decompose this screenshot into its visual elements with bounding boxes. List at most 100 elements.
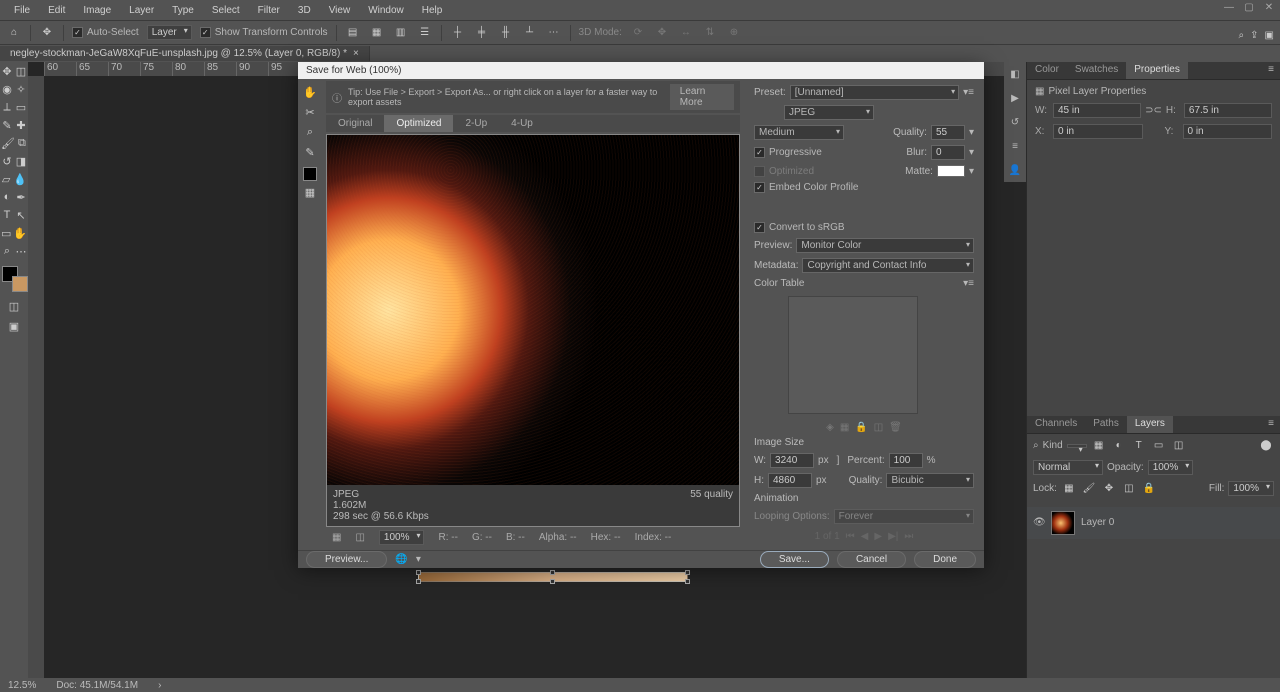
stamp-tool[interactable]: ⧉ [16,134,28,152]
auto-select-target[interactable]: Layer [147,25,192,40]
dlg-color-swatch[interactable] [303,167,317,181]
search-icon[interactable]: ⌕ [1239,30,1245,41]
layer-thumbnail[interactable] [1051,511,1075,535]
blur-tool[interactable]: 💧 [12,170,28,188]
frame-icon[interactable]: ▣ [1265,30,1274,41]
quickmask-tool[interactable]: ◫ [0,297,28,315]
preview-button[interactable]: Preview... [306,551,387,568]
dlg-hand-tool[interactable]: ✋ [298,83,322,101]
resample-select[interactable]: Bicubic [886,473,974,488]
tab-2up[interactable]: 2-Up [453,115,499,132]
ct-lock-icon[interactable]: 🔒 [855,422,867,433]
lock-pixels-icon[interactable]: 🖌 [1081,481,1097,497]
tab-paths[interactable]: Paths [1085,416,1127,433]
lock-transparency-icon[interactable]: ▦ [1061,481,1077,497]
color-swatches[interactable] [0,264,28,292]
dock-icon-4[interactable]: ≡ [1007,138,1023,154]
preset-menu-icon[interactable]: ▾≡ [963,87,974,98]
tab-channels[interactable]: Channels [1027,416,1085,433]
ct-add-icon[interactable]: ◫ [874,422,883,433]
tab-original[interactable]: Original [326,115,384,132]
dodge-tool[interactable]: ◐ [0,188,14,206]
status-arrow-icon[interactable]: › [158,680,161,691]
menu-filter[interactable]: Filter [250,3,288,18]
opacity-input[interactable]: 100% [1148,460,1194,475]
tab-layers[interactable]: Layers [1127,416,1173,433]
zoom-tool[interactable]: ⌕ [0,242,14,260]
cancel-button[interactable]: Cancel [837,551,906,568]
panel-menu-icon[interactable]: ≡ [1262,62,1280,79]
blur-arrow-icon[interactable]: ▾ [969,147,974,158]
menu-3d[interactable]: 3D [290,3,319,18]
dlg-zoom-tool[interactable]: ⌕ [298,123,322,141]
prop-y[interactable]: 0 in [1183,124,1273,139]
kind-filter[interactable] [1067,444,1087,448]
hand-tool[interactable]: ✋ [12,224,28,242]
quality-input[interactable]: 55 [931,125,965,140]
crop-tool[interactable]: ⟂ [0,98,14,116]
maximize-icon[interactable]: ▢ [1242,2,1256,13]
layer-name[interactable]: Layer 0 [1081,517,1114,528]
document-tab[interactable]: negley-stockman-JeGaW8XqFuE-unsplash.jpg… [0,46,370,61]
browser-arrow-icon[interactable]: ▾ [416,554,421,565]
history-brush-tool[interactable]: ↺ [0,152,14,170]
dlg-slice-tool[interactable]: ✂ [298,103,322,121]
distribute-bottom-icon[interactable]: ┴ [522,25,538,41]
preview-image[interactable] [327,135,739,485]
metadata-select[interactable]: Copyright and Contact Info [802,258,974,273]
home-icon[interactable]: ⌂ [6,25,22,41]
lock-artboard-icon[interactable]: ◫ [1121,481,1137,497]
align-left-icon[interactable]: ▤ [345,25,361,41]
filter-toggle-icon[interactable]: ⬤ [1258,438,1274,454]
menu-layer[interactable]: Layer [121,3,162,18]
rectangle-tool[interactable]: ▭ [0,224,12,242]
width-input[interactable]: 3240 [770,453,814,468]
more-options-icon[interactable]: ⋯ [546,25,562,41]
slice-icon[interactable]: ◫ [355,532,364,543]
align-more-icon[interactable]: ☰ [417,25,433,41]
convert-srgb-checkbox[interactable]: Convert to sRGB [754,222,845,233]
menu-select[interactable]: Select [204,3,248,18]
fill-input[interactable]: 100% [1228,481,1274,496]
embed-profile-checkbox[interactable]: Embed Color Profile [754,182,858,193]
path-tool[interactable]: ↖ [14,206,28,224]
distribute-v-icon[interactable]: ╪ [474,25,490,41]
align-center-icon[interactable]: ▦ [369,25,385,41]
learn-more-button[interactable]: Learn More [670,84,734,110]
compression-select[interactable]: Medium [754,125,844,140]
dock-icon-3[interactable]: ↺ [1007,114,1023,130]
lock-all-icon[interactable]: 🔒 [1141,481,1157,497]
constrain-icon[interactable]: ] [837,455,840,466]
tab-color[interactable]: Color [1027,62,1067,79]
heal-tool[interactable]: ✚ [14,116,28,134]
preset-select[interactable]: [Unnamed] [790,85,959,100]
layer-row[interactable]: 👁 Layer 0 [1027,507,1280,539]
ct-snap-icon[interactable]: ◈ [826,422,834,433]
prop-x[interactable]: 0 in [1053,124,1143,139]
done-button[interactable]: Done [914,551,976,568]
dlg-eyedropper-tool[interactable]: ✎ [298,143,322,161]
wand-tool[interactable]: ✧ [14,80,28,98]
matte-color[interactable] [937,165,965,177]
save-button[interactable]: Save... [760,551,829,568]
lasso-tool[interactable]: ◉ [0,80,14,98]
selected-layer-bounds[interactable] [418,572,688,582]
menu-edit[interactable]: Edit [40,3,73,18]
tab-close-icon[interactable]: × [353,48,359,59]
tab-properties[interactable]: Properties [1126,62,1188,79]
menu-view[interactable]: View [321,3,359,18]
tab-optimized[interactable]: Optimized [384,115,453,132]
blur-input[interactable]: 0 [931,145,965,160]
gradient-tool[interactable]: ▱ [0,170,12,188]
dlg-toggle-slices-icon[interactable]: ▦ [298,183,322,201]
move-tool[interactable]: ✥ [0,62,14,80]
link-icon[interactable]: ⊃⊂ [1145,105,1162,116]
prop-width[interactable]: 45 in [1053,103,1141,118]
filter-smart-icon[interactable]: ◫ [1171,438,1187,454]
format-select[interactable]: JPEG [784,105,874,120]
frame-tool[interactable]: ▭ [14,98,28,116]
menu-type[interactable]: Type [164,3,202,18]
share-icon[interactable]: ⇪ [1250,30,1258,41]
progressive-checkbox[interactable]: Progressive [754,147,822,158]
percent-input[interactable]: 100 [889,453,923,468]
